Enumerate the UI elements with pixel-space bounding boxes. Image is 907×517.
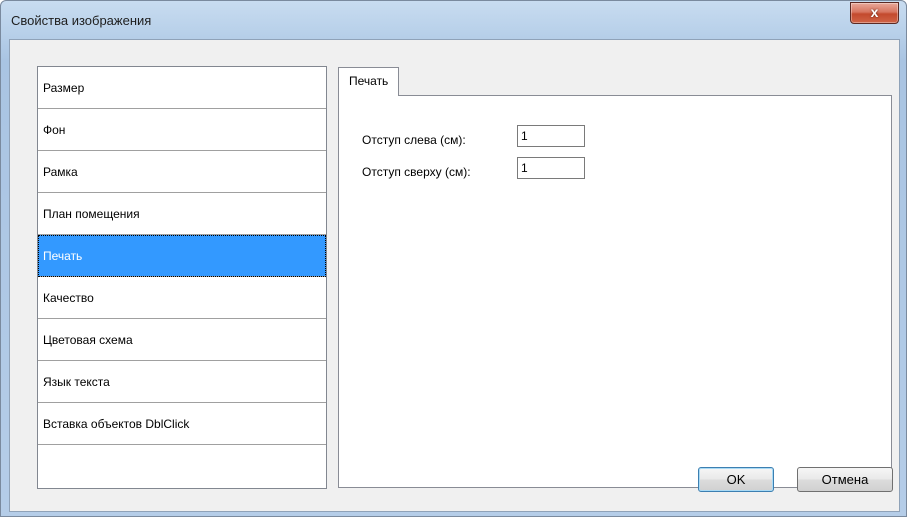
dialog-client-area: Размер Фон Рамка План помещения Печать К… bbox=[9, 39, 900, 512]
list-item-color-scheme[interactable]: Цветовая схема bbox=[38, 319, 326, 361]
list-item-label: Вставка объектов DblClick bbox=[43, 417, 190, 431]
list-item-label: Качество bbox=[43, 291, 94, 305]
top-margin-input[interactable] bbox=[517, 157, 585, 179]
top-margin-label: Отступ сверху (см): bbox=[362, 165, 471, 179]
ok-button-label: OK bbox=[726, 472, 746, 487]
list-item-label: Цветовая схема bbox=[43, 333, 133, 347]
tab-panel-print: Отступ слева (см): Отступ сверху (см): bbox=[338, 95, 892, 488]
list-item-floor-plan[interactable]: План помещения bbox=[38, 193, 326, 235]
list-item-quality[interactable]: Качество bbox=[38, 277, 326, 319]
category-list[interactable]: Размер Фон Рамка План помещения Печать К… bbox=[37, 66, 327, 489]
dialog-window: Свойства изображения x Размер Фон Рамка … bbox=[0, 0, 907, 517]
list-item-label: Фон bbox=[43, 123, 66, 137]
tab-print[interactable]: Печать bbox=[338, 67, 400, 96]
cancel-button-label: Отмена bbox=[821, 472, 869, 487]
window-title: Свойства изображения bbox=[11, 13, 152, 28]
list-item-text-language[interactable]: Язык текста bbox=[38, 361, 326, 403]
list-item-label: Язык текста bbox=[43, 375, 110, 389]
list-item-background[interactable]: Фон bbox=[38, 109, 326, 151]
tab-label: Печать bbox=[349, 74, 389, 88]
list-item-label: План помещения bbox=[43, 207, 140, 221]
title-bar[interactable]: Свойства изображения x bbox=[1, 1, 906, 39]
list-item-label: Печать bbox=[43, 249, 83, 263]
list-item-print[interactable]: Печать bbox=[38, 235, 326, 277]
left-margin-input[interactable] bbox=[517, 125, 585, 147]
close-button[interactable]: x bbox=[850, 2, 899, 24]
close-icon: x bbox=[870, 4, 879, 20]
cancel-button[interactable]: Отмена bbox=[797, 467, 893, 492]
list-item-frame[interactable]: Рамка bbox=[38, 151, 326, 193]
list-item-label: Размер bbox=[43, 81, 85, 95]
list-item-insert-objects[interactable]: Вставка объектов DblClick bbox=[38, 403, 326, 445]
ok-button[interactable]: OK bbox=[698, 467, 774, 492]
list-item-size[interactable]: Размер bbox=[38, 67, 326, 109]
list-item-label: Рамка bbox=[43, 165, 78, 179]
left-margin-label: Отступ слева (см): bbox=[362, 133, 466, 147]
